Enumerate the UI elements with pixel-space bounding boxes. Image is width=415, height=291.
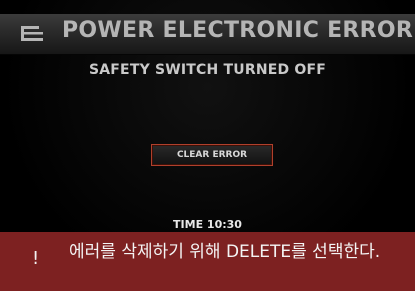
error-screen: POWER ELECTRONIC ERROR SAFETY SWITCH TUR… <box>0 0 415 291</box>
clear-error-button[interactable]: CLEAR ERROR <box>151 144 273 166</box>
exclamation-icon: ! <box>32 248 40 269</box>
notice-text: 에러를 삭제하기 위해 DELETE를 선택한다. <box>69 242 381 262</box>
header-bar: POWER ELECTRONIC ERROR <box>0 14 415 55</box>
back-menu-icon[interactable] <box>20 24 44 44</box>
page-title: POWER ELECTRONIC ERROR <box>62 18 414 43</box>
error-subtitle: SAFETY SWITCH TURNED OFF <box>88 62 327 78</box>
notice-banner: ! 에러를 삭제하기 위해 DELETE를 선택한다. <box>0 232 415 291</box>
time-display: TIME 10:30 <box>173 218 242 231</box>
